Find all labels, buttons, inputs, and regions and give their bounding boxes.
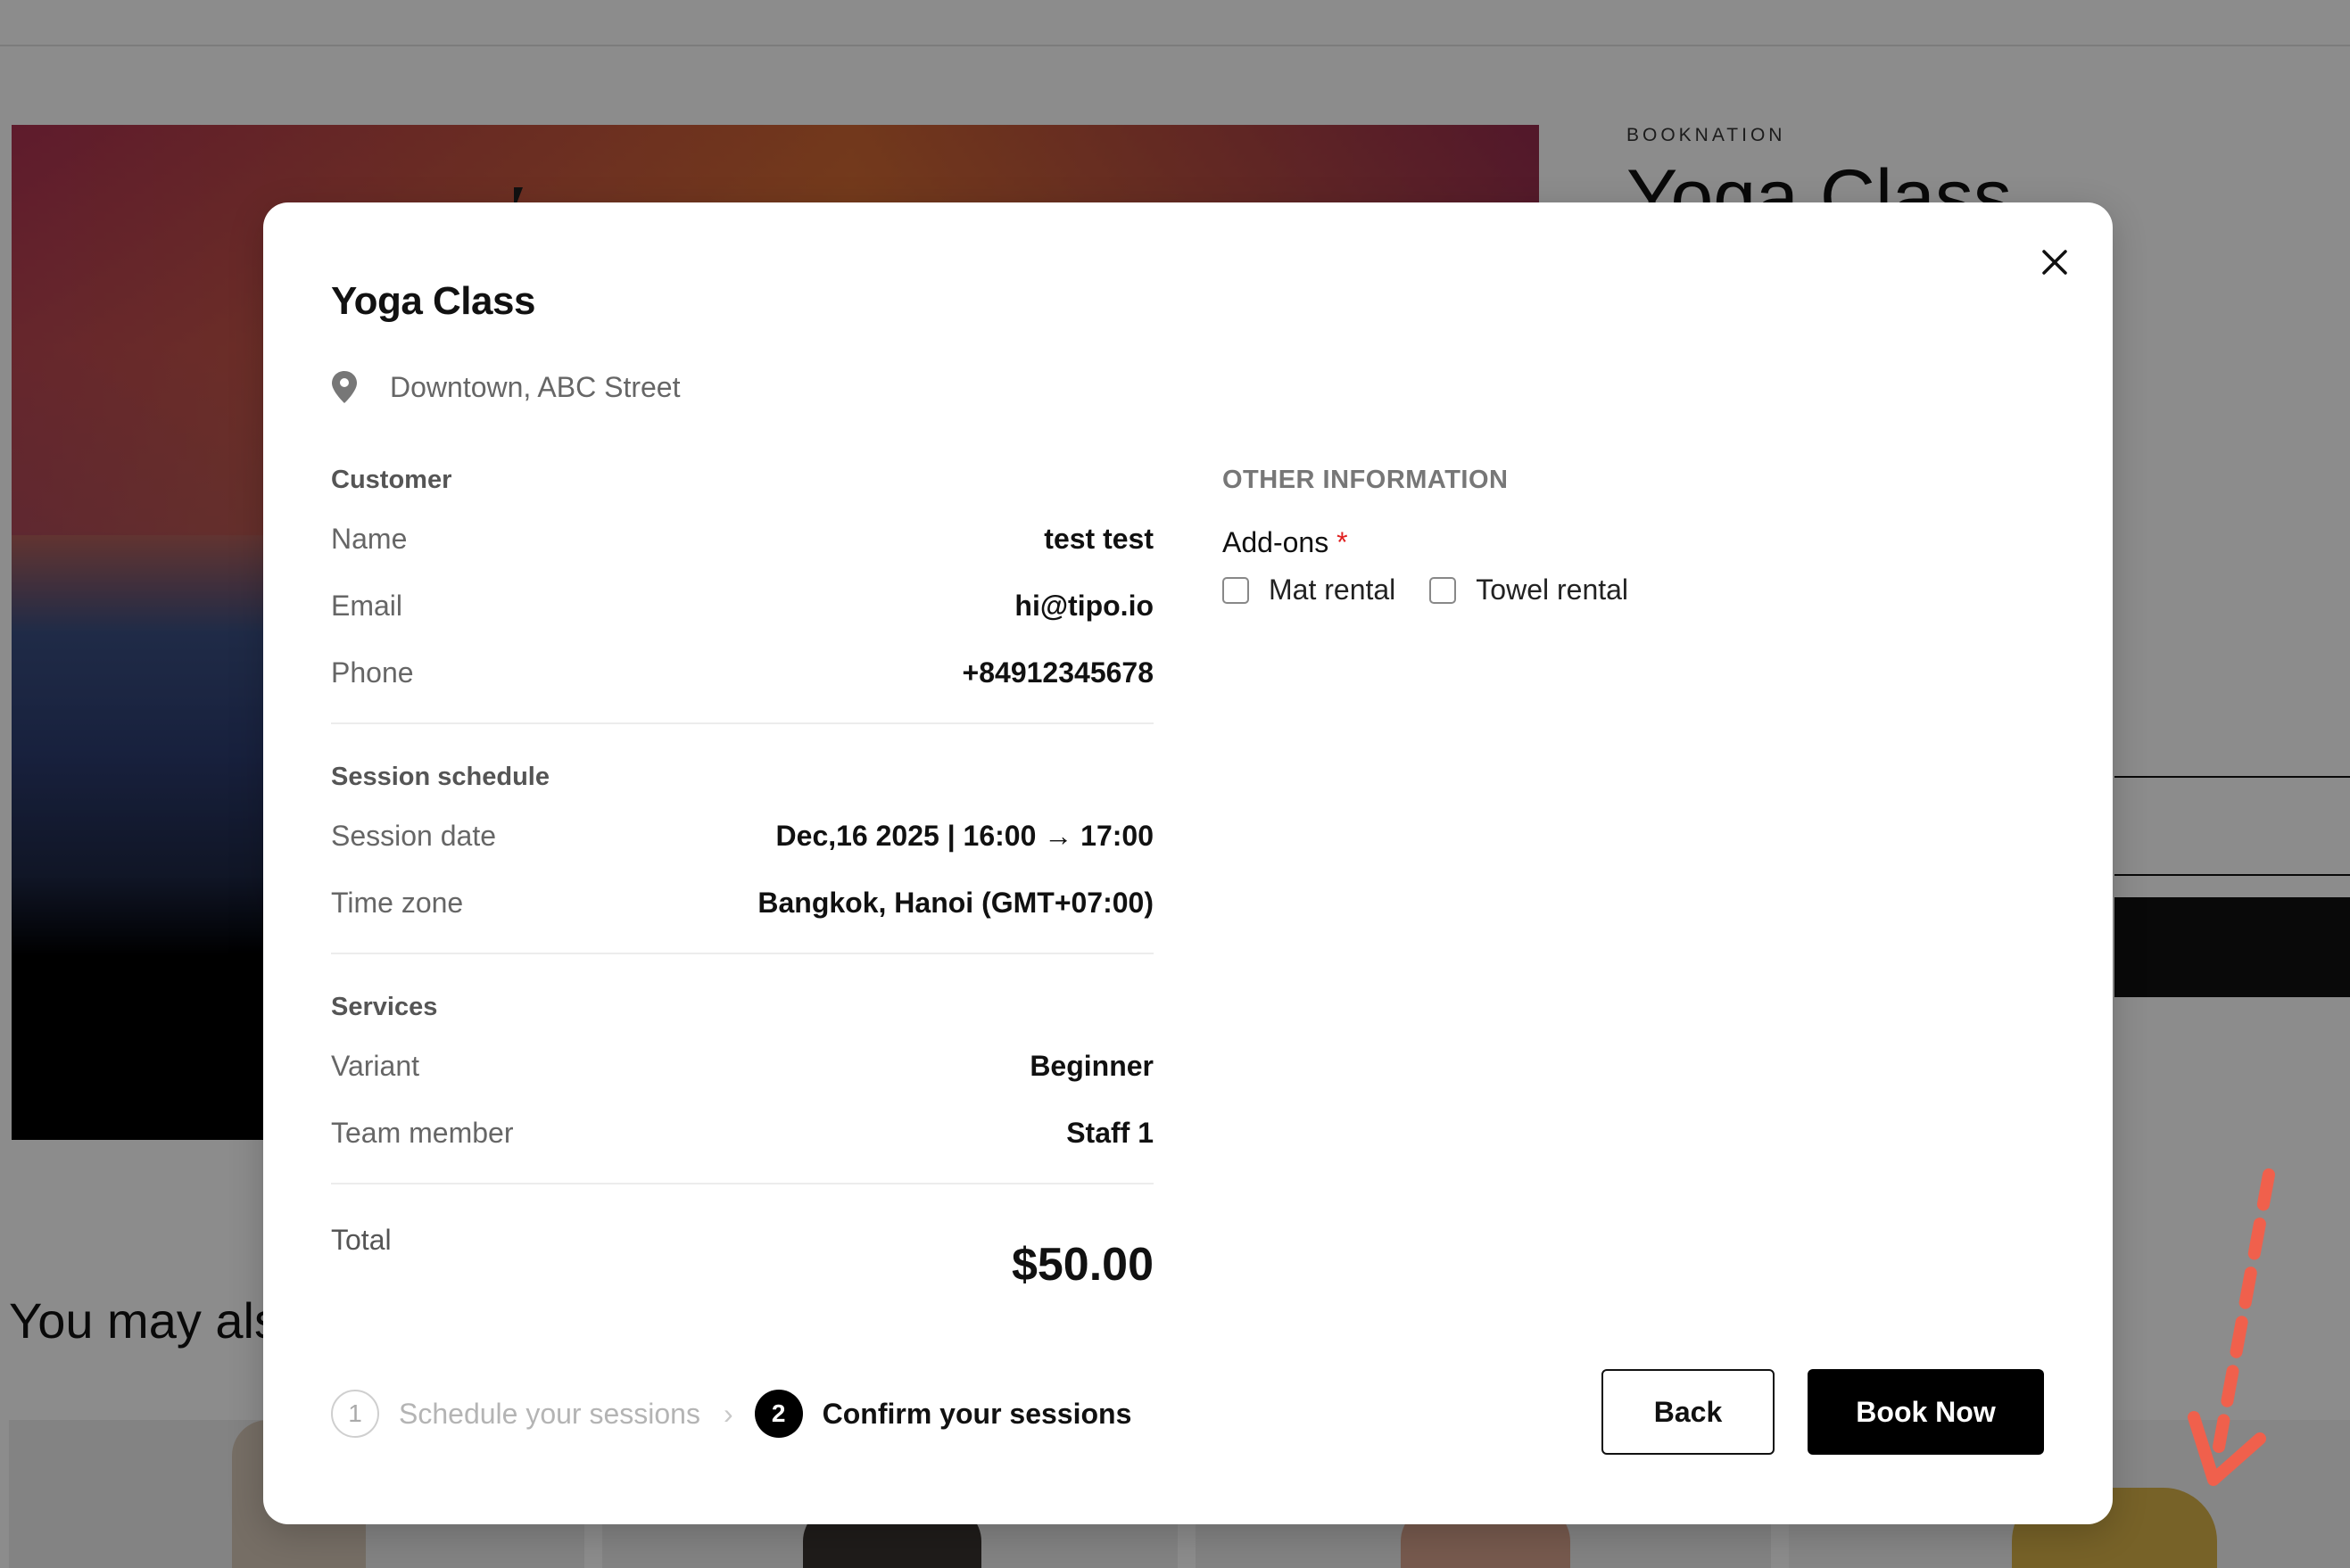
step-2-label: Confirm your sessions	[822, 1397, 1132, 1430]
row-label: Name	[331, 523, 408, 555]
addon-label[interactable]: Mat rental	[1269, 574, 1395, 607]
location-text: Downtown, ABC Street	[390, 370, 681, 403]
step-1-label[interactable]: Schedule your sessions	[399, 1398, 700, 1431]
required-mark: *	[1336, 526, 1348, 558]
map-pin-icon	[332, 371, 357, 403]
close-icon	[2042, 250, 2067, 275]
row-label: Time zone	[331, 887, 464, 919]
customer-email-row: Email hi@tipo.io	[331, 573, 1154, 640]
step-1-indicator[interactable]: 1	[331, 1390, 379, 1438]
row-label: Session date	[331, 820, 497, 852]
addons-label-text: Add-ons	[1222, 526, 1329, 558]
row-value: hi@tipo.io	[1014, 590, 1154, 622]
variant-row: Variant Beginner	[331, 1033, 1154, 1100]
session-date-row: Session date Dec,16 2025 | 16:00 → 17:00	[331, 803, 1154, 870]
section-divider	[331, 953, 1154, 954]
row-label: Email	[331, 590, 403, 622]
services-heading: Services	[331, 993, 438, 1021]
row-value: +84912345678	[962, 656, 1154, 689]
towel-rental-checkbox[interactable]	[1429, 576, 1457, 604]
other-information-heading: OTHER INFORMATION	[1222, 466, 1509, 494]
other-information-column: OTHER INFORMATION Add-ons * Mat rental T…	[1222, 459, 2025, 607]
time-zone-row: Time zone Bangkok, Hanoi (GMT+07:00)	[331, 870, 1154, 937]
row-value: Bangkok, Hanoi (GMT+07:00)	[757, 887, 1154, 919]
back-button[interactable]: Back	[1601, 1369, 1775, 1455]
row-value: test test	[1044, 523, 1154, 555]
row-label: Variant	[331, 1050, 420, 1082]
chevron-right-icon: ›	[723, 1397, 733, 1430]
step-2-indicator: 2	[754, 1390, 803, 1438]
booking-stepper: 1 Schedule your sessions › 2 Confirm you…	[331, 1388, 1131, 1440]
team-member-row: Team member Staff 1	[331, 1100, 1154, 1167]
mat-rental-checkbox[interactable]	[1222, 576, 1249, 604]
total-value: $50.00	[1011, 1239, 1154, 1291]
addon-mat-rental[interactable]: Mat rental	[1222, 574, 1395, 607]
total-label: Total	[331, 1224, 392, 1256]
addon-towel-rental[interactable]: Towel rental	[1429, 574, 1628, 607]
summary-column: Customer Name test test Email hi@tipo.io…	[331, 459, 1154, 1297]
customer-heading: Customer	[331, 466, 452, 494]
modal-title: Yoga Class	[331, 279, 535, 323]
total-row: Total $50.00	[331, 1217, 1154, 1297]
row-label: Phone	[331, 656, 414, 689]
close-button[interactable]	[2035, 243, 2074, 282]
customer-phone-row: Phone +84912345678	[331, 640, 1154, 706]
annotation-arrow-icon	[2188, 1168, 2275, 1486]
customer-name-row: Name test test	[331, 506, 1154, 573]
section-divider	[331, 722, 1154, 724]
section-divider	[331, 1183, 1154, 1184]
row-value: Staff 1	[1066, 1117, 1154, 1149]
row-value: Beginner	[1030, 1050, 1154, 1082]
schedule-heading: Session schedule	[331, 763, 550, 791]
book-now-button[interactable]: Book Now	[1808, 1369, 2044, 1455]
addons-options: Mat rental Towel rental	[1222, 574, 2025, 607]
row-value: Dec,16 2025 | 16:00 → 17:00	[775, 820, 1154, 852]
addon-label[interactable]: Towel rental	[1476, 574, 1628, 607]
booking-modal: Yoga Class Downtown, ABC Street Customer…	[263, 202, 2275, 1524]
row-label: Team member	[331, 1117, 514, 1149]
addons-label: Add-ons *	[1222, 524, 2025, 561]
location: Downtown, ABC Street	[331, 370, 680, 404]
